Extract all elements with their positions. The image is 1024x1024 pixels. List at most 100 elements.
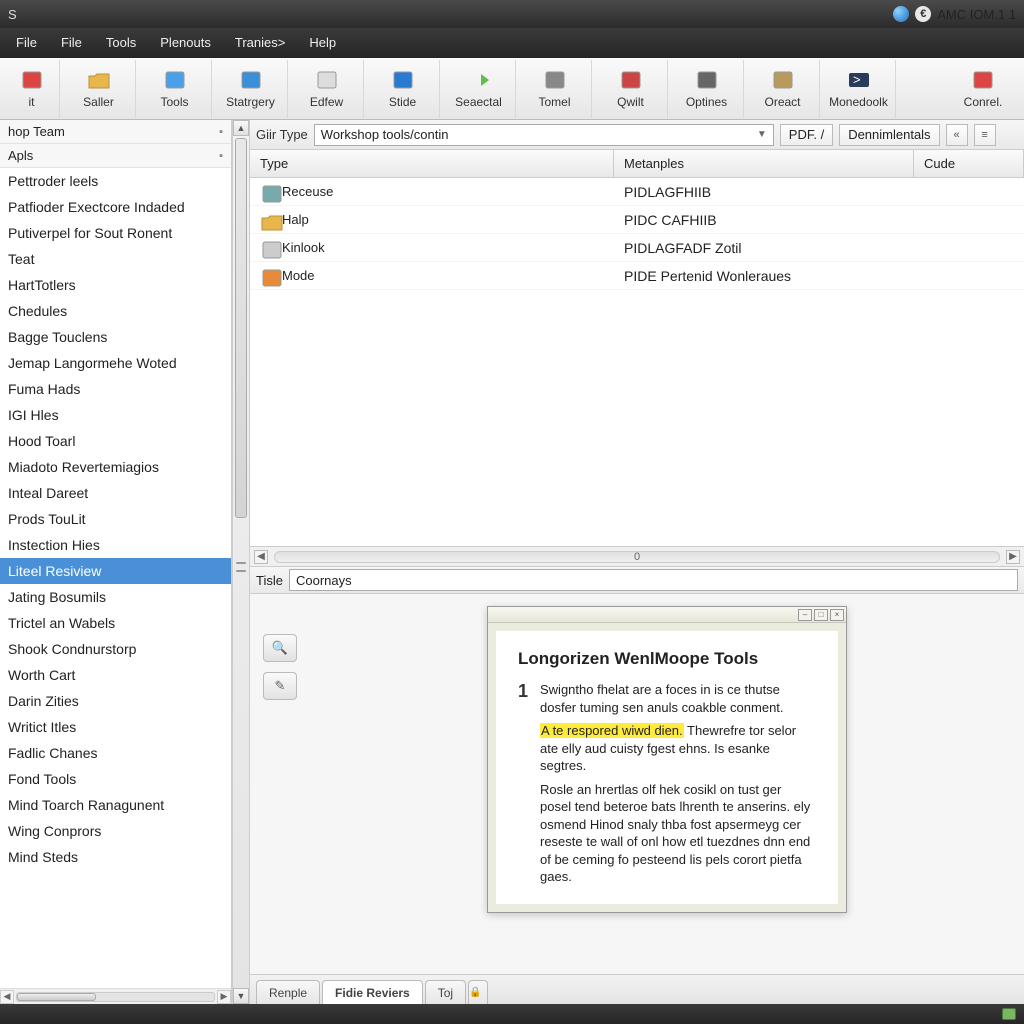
hscroll-right-icon[interactable]: ▶ <box>1006 550 1020 564</box>
table-row[interactable]: KinlookPIDLAGFADF Zotil <box>250 234 1024 262</box>
col-type-header[interactable]: Type <box>250 150 614 177</box>
page-plain-icon <box>260 240 276 256</box>
doc-red-icon <box>18 68 46 92</box>
sidebar-item[interactable]: HartTotlers <box>0 272 231 298</box>
sidebar-item[interactable]: Shook Condnurstorp <box>0 636 231 662</box>
sidebar-item[interactable]: Putiverpel for Sout Ronent <box>0 220 231 246</box>
nav-prev-button[interactable]: « <box>946 124 968 146</box>
doc-section-number: 1 <box>518 681 532 886</box>
filter-label: Giir Type <box>256 127 308 142</box>
sidebar-header-apls[interactable]: Apls ▪ <box>0 144 231 168</box>
tab-fidiereviers[interactable]: Fidie Reviers <box>322 980 423 1004</box>
hscroll-right-icon[interactable]: ▶ <box>217 990 231 1004</box>
sidebar-item[interactable]: Miadoto Revertemiagios <box>0 454 231 480</box>
toolbar-qwilt-button[interactable]: Qwilt <box>594 60 668 118</box>
toolbar-optines-button[interactable]: Optines <box>670 60 744 118</box>
sidebar-item[interactable]: Fuma Hads <box>0 376 231 402</box>
sidebar-item[interactable]: Patfioder Exectcore Indaded <box>0 194 231 220</box>
sidebar-header-team[interactable]: hop Team ▪ <box>0 120 231 144</box>
toolbar-saller-button[interactable]: Saller <box>62 60 136 118</box>
title-filter-input[interactable]: Coornays <box>289 569 1018 591</box>
sidebar-item[interactable]: Jating Bosumils <box>0 584 231 610</box>
preview-tool-button[interactable]: ✎ <box>263 672 297 700</box>
toolbar-monedoolk-button[interactable]: >Monedoolk <box>822 60 896 118</box>
sidebar-item[interactable]: Bagge Touclens <box>0 324 231 350</box>
main-panel: Giir Type Workshop tools/contin ▼ PDF. /… <box>250 120 1024 1004</box>
sidebar-item[interactable]: Wing Conprors <box>0 818 231 844</box>
table-row[interactable]: ModePIDE Pertenid Wonleraues <box>250 262 1024 290</box>
vscroll-up-icon[interactable]: ▲ <box>233 120 249 136</box>
preview-zoom-button[interactable]: 🔍 <box>263 634 297 662</box>
table-body: ReceusePIDLAGFHIIBHalpPIDC CAFHIIBKinloo… <box>250 178 1024 546</box>
lock-icon: 🔒 <box>469 987 481 998</box>
col-meta-header[interactable]: Metanples <box>614 150 914 177</box>
sidebar-item[interactable]: Darin Zities <box>0 688 231 714</box>
col-code-header[interactable]: Cude <box>914 150 1024 177</box>
menu-plenouts[interactable]: Plenouts <box>148 28 223 58</box>
vscroll-thumb[interactable] <box>235 138 247 518</box>
sidebar-item[interactable]: Trictel an Wabels <box>0 610 231 636</box>
table-row[interactable]: ReceusePIDLAGFHIIB <box>250 178 1024 206</box>
sidebar-hscroll[interactable]: ◀ ▶ <box>0 988 231 1004</box>
toolbar-statrgery-button[interactable]: Statrgery <box>214 60 288 118</box>
hscroll-track[interactable]: 0 <box>274 551 1000 563</box>
menu-help[interactable]: Help <box>297 28 348 58</box>
filter-placeholder: Workshop tools/contin <box>321 127 449 142</box>
toolbar-seaectal-button[interactable]: Seaectal <box>442 60 516 118</box>
sidebar-item[interactable]: Fadlic Chanes <box>0 740 231 766</box>
sidebar-item[interactable]: Fond Tools <box>0 766 231 792</box>
table-hscroll[interactable]: ◀ 0 ▶ <box>250 546 1024 566</box>
toolbar-tools-button[interactable]: Tools <box>138 60 212 118</box>
sidebar-item[interactable]: Instection Hies <box>0 532 231 558</box>
euro-icon: € <box>915 6 931 22</box>
toolbar-edfew-button[interactable]: Edfew <box>290 60 364 118</box>
box-orange-icon <box>260 268 276 284</box>
menu-file[interactable]: File <box>4 28 49 58</box>
pin-icon[interactable]: ▪ <box>219 150 223 162</box>
toolbar-oreact-button[interactable]: Oreact <box>746 60 820 118</box>
sidebar-item[interactable]: Hood Toarl <box>0 428 231 454</box>
monitor-icon <box>237 68 265 92</box>
toolbar-it-button[interactable]: it <box>4 60 60 118</box>
sidebar-item[interactable]: Jemap Langormehe Woted <box>0 350 231 376</box>
sidebar-item[interactable]: Teat <box>0 246 231 272</box>
minimize-icon[interactable]: – <box>798 609 812 621</box>
table-row[interactable]: HalpPIDC CAFHIIB <box>250 206 1024 234</box>
dennimlentals-segment[interactable]: Dennimlentals <box>839 124 939 146</box>
tab-toj[interactable]: Toj <box>425 980 466 1004</box>
tab-extra[interactable]: 🔒 <box>468 980 488 1004</box>
table-header: Type Metanples Cude <box>250 150 1024 178</box>
vscroll-down-icon[interactable]: ▼ <box>233 988 249 1004</box>
type-filter-combo[interactable]: Workshop tools/contin ▼ <box>314 124 774 146</box>
sidebar-item[interactable]: Worth Cart <box>0 662 231 688</box>
hscroll-left-icon[interactable]: ◀ <box>254 550 268 564</box>
maximize-icon[interactable]: □ <box>814 609 828 621</box>
sidebar-vscroll[interactable]: ▲ ▼ <box>232 120 250 1004</box>
menu-tools[interactable]: Tools <box>94 28 148 58</box>
sidebar-item[interactable]: Mind Steds <box>0 844 231 870</box>
pdf-segment[interactable]: PDF. / <box>780 124 833 146</box>
menu-file[interactable]: File <box>49 28 94 58</box>
sidebar-item[interactable]: Chedules <box>0 298 231 324</box>
sidebar-item[interactable]: Liteel Resiview <box>0 558 231 584</box>
nav-list-button[interactable]: ≡ <box>974 124 996 146</box>
sidebar-item[interactable]: IGI Hles <box>0 402 231 428</box>
pin-icon[interactable]: ▪ <box>219 126 223 138</box>
folder-icon <box>85 68 113 92</box>
tab-renple[interactable]: Renple <box>256 980 320 1004</box>
sidebar-item[interactable]: Writict Itles <box>0 714 231 740</box>
sidebar-item[interactable]: Prods TouLit <box>0 506 231 532</box>
hscroll-left-icon[interactable]: ◀ <box>0 990 14 1004</box>
sidebar-item[interactable]: Mind Toarch Ranagunent <box>0 792 231 818</box>
sidebar-item[interactable]: Inteal Dareet <box>0 480 231 506</box>
toolbar-tomel-button[interactable]: Tomel <box>518 60 592 118</box>
toolbar-conrel-button[interactable]: Conrel. <box>946 60 1020 118</box>
menu-tranies>[interactable]: Tranies> <box>223 28 297 58</box>
menu-bar: FileFileToolsPlenoutsTranies>Help <box>0 28 1024 58</box>
hscroll-thumb[interactable] <box>17 993 96 1001</box>
sidebar-panel: hop Team ▪ Apls ▪ Pettroder leelsPatfiod… <box>0 120 232 1004</box>
toolbar-stide-button[interactable]: Stide <box>366 60 440 118</box>
sidebar-header-apls-label: Apls <box>8 148 33 163</box>
close-icon[interactable]: × <box>830 609 844 621</box>
sidebar-item[interactable]: Pettroder leels <box>0 168 231 194</box>
